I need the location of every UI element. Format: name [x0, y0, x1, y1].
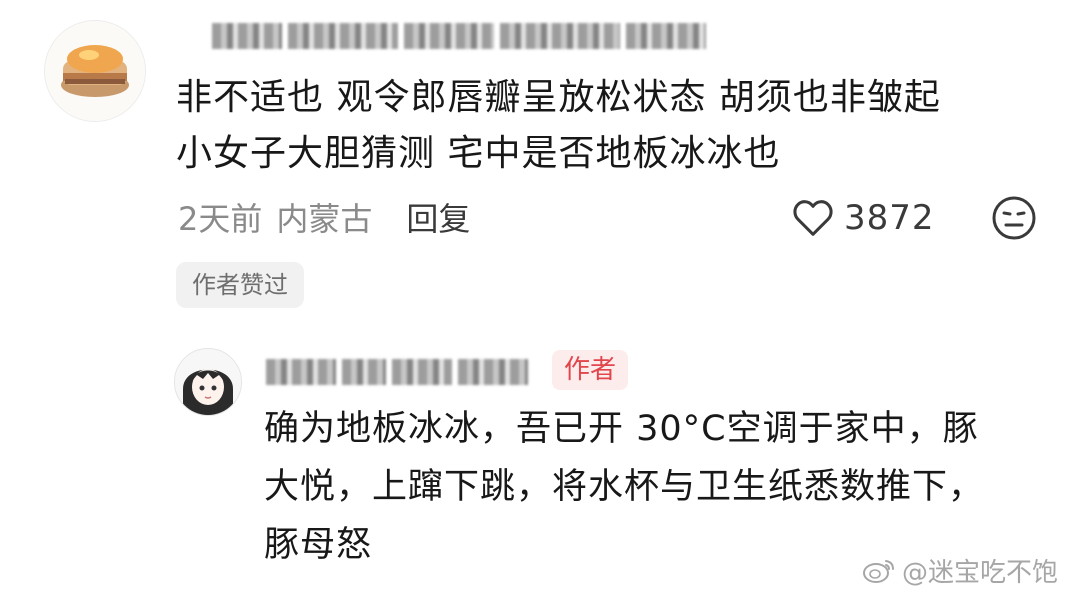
reply-line: 确为地板冰冰，吾已开 30°C空调于家中，豚: [264, 409, 979, 449]
comment-meta: 2天前 内蒙古 回复: [178, 192, 470, 242]
commenter-username-blurred: [212, 18, 732, 54]
like-button[interactable]: 3872: [790, 192, 935, 244]
like-count: 3872: [844, 198, 935, 238]
reply-text: 确为地板冰冰，吾已开 30°C空调于家中，豚 大悦，上蹿下跳，将水杯与卫生纸悉数…: [264, 400, 1034, 574]
heart-outline-icon: [793, 200, 833, 236]
replier-avatar[interactable]: [174, 348, 242, 416]
author-liked-tag: 作者赞过: [176, 262, 304, 308]
emoji-reaction-button[interactable]: [990, 194, 1038, 242]
reply-line: 大悦，上蹿下跳，将水杯与卫生纸悉数推下，: [264, 467, 985, 507]
commenter-avatar[interactable]: [44, 20, 146, 122]
watermark-text: @迷宝吃不饱: [902, 557, 1059, 588]
weibo-logo-icon: [863, 560, 894, 583]
toast-food-avatar-icon: [45, 21, 145, 121]
replier-username-blurred: [266, 356, 536, 388]
comment-location: 内蒙古: [276, 200, 373, 238]
anime-character-avatar-icon: [175, 349, 241, 415]
comment-text: 非不适也 观令郎唇瓣呈放松状态 胡须也非皱起 小女子大胆猜测 宅中是否地板冰冰也: [176, 70, 1056, 182]
neutral-face-icon: [992, 196, 1036, 240]
reply-button[interactable]: 回复: [406, 194, 470, 240]
comment-time: 2天前: [178, 200, 263, 238]
comment-line: 小女子大胆猜测 宅中是否地板冰冰也: [176, 133, 781, 174]
comment-line: 非不适也 观令郎唇瓣呈放松状态 胡须也非皱起: [176, 77, 941, 118]
author-badge: 作者: [552, 350, 629, 390]
watermark: @迷宝吃不饱: [862, 552, 1058, 588]
